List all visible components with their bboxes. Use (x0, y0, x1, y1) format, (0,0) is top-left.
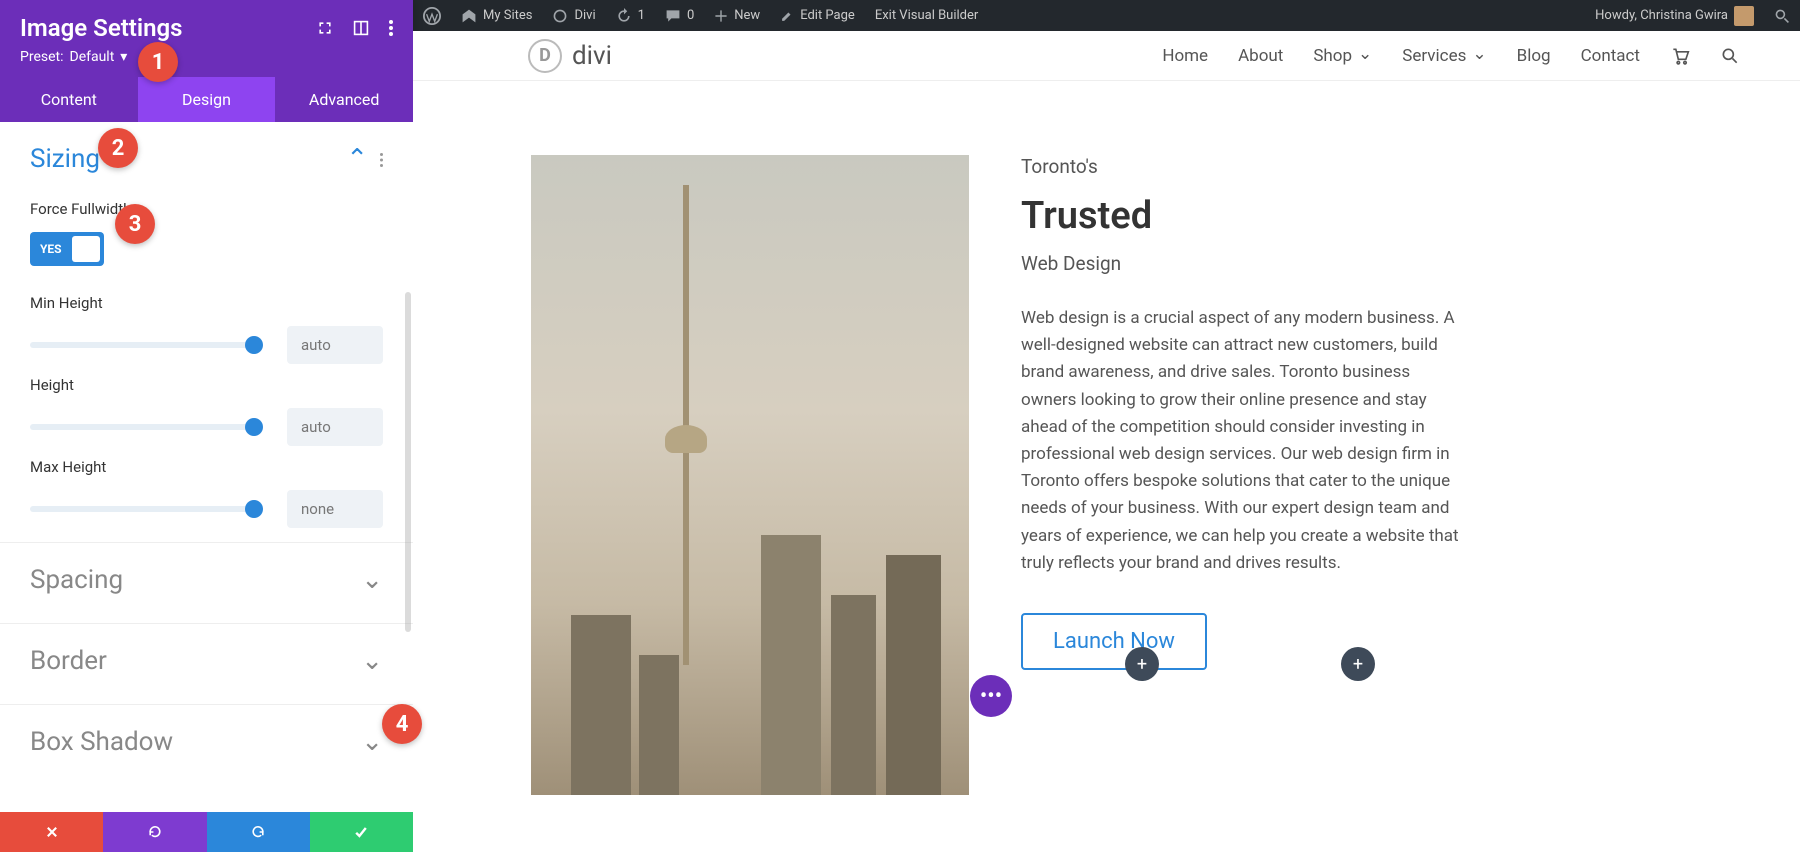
add-module-button[interactable]: + (1341, 647, 1375, 681)
redo-button[interactable] (207, 812, 310, 852)
section-spacing[interactable]: Spacing⌄ (30, 543, 383, 609)
nav-shop[interactable]: Shop (1313, 46, 1372, 66)
nav-home[interactable]: Home (1162, 46, 1208, 66)
panel-tabs: Content Design Advanced (0, 77, 413, 122)
min-height-value[interactable]: auto (287, 326, 383, 364)
avatar (1734, 6, 1754, 26)
comments-link[interactable]: 0 (665, 8, 694, 24)
chevron-down-icon: ⌄ (361, 727, 383, 757)
section-border[interactable]: Border⌄ (30, 624, 383, 690)
site-header: D divi Home About Shop Services Blog Con… (413, 31, 1800, 81)
panel-header: Image Settings Preset: Default ▾ (0, 0, 413, 77)
expand-icon[interactable] (317, 14, 333, 42)
hero-text: Toronto's Trusted Web Design Web design … (1021, 155, 1735, 795)
force-fullwidth-label: Force Fullwidth (30, 200, 383, 218)
adminbar-search-icon[interactable] (1774, 8, 1790, 24)
nav-services[interactable]: Services (1402, 46, 1486, 66)
panel-footer (0, 812, 413, 852)
tab-advanced[interactable]: Advanced (275, 77, 413, 122)
updates-link[interactable]: 1 (616, 8, 645, 24)
kebab-icon[interactable] (380, 144, 383, 174)
annotation-badge-1: 1 (138, 42, 178, 82)
height-label: Height (30, 376, 383, 394)
wp-admin-bar: My Sites Divi 1 0 New Edit Page Exit Vis… (413, 0, 1800, 31)
cancel-button[interactable] (0, 812, 103, 852)
my-sites-link[interactable]: My Sites (461, 8, 532, 24)
min-height-slider[interactable] (30, 342, 257, 348)
tab-content[interactable]: Content (0, 77, 138, 122)
annotation-badge-4: 4 (382, 704, 422, 744)
columns-icon[interactable] (353, 14, 369, 42)
save-button[interactable] (310, 812, 413, 852)
preset-picker[interactable]: Preset: Default ▾ (20, 49, 393, 65)
kebab-icon[interactable] (389, 14, 393, 42)
tab-design[interactable]: Design (138, 77, 276, 122)
brand-logo-icon: D (528, 39, 562, 73)
section-box-shadow[interactable]: Box Shadow⌄ (30, 705, 383, 771)
panel-title: Image Settings (20, 14, 183, 42)
hero-title: Trusted (1021, 194, 1735, 238)
section-sizing[interactable]: Sizing ⌃ (30, 122, 383, 188)
nav-blog[interactable]: Blog (1517, 46, 1551, 66)
chevron-down-icon: ⌄ (361, 646, 383, 676)
chevron-down-icon: ▾ (120, 49, 127, 65)
annotation-badge-2: 2 (98, 128, 138, 168)
hero-sub: Web Design (1021, 252, 1735, 275)
search-icon[interactable] (1720, 46, 1740, 66)
site-brand[interactable]: D divi (528, 39, 612, 73)
max-height-value[interactable]: none (287, 490, 383, 528)
height-value[interactable]: auto (287, 408, 383, 446)
cart-icon[interactable] (1670, 46, 1690, 66)
exit-visual-builder-link[interactable]: Exit Visual Builder (875, 8, 978, 23)
settings-panel: Image Settings Preset: Default ▾ Content… (0, 0, 413, 852)
max-height-slider[interactable] (30, 506, 257, 512)
builder-fab[interactable]: ••• (970, 675, 1012, 717)
max-height-label: Max Height (30, 458, 383, 476)
hero-sup: Toronto's (1021, 155, 1735, 178)
height-slider[interactable] (30, 424, 257, 430)
nav-about[interactable]: About (1238, 46, 1283, 66)
wp-logo[interactable] (423, 7, 441, 25)
hero-body: Web design is a crucial aspect of any mo… (1021, 305, 1461, 577)
cta-button[interactable]: Launch Now (1021, 613, 1207, 670)
hero-image[interactable] (531, 155, 969, 795)
add-module-button[interactable]: + (1125, 647, 1159, 681)
howdy-user[interactable]: Howdy, Christina Gwira (1595, 6, 1754, 26)
main-nav: Home About Shop Services Blog Contact (1162, 46, 1740, 66)
hero-section: Toronto's Trusted Web Design Web design … (413, 81, 1800, 795)
site-name-link[interactable]: Divi (552, 8, 595, 24)
force-fullwidth-toggle[interactable]: YES (30, 232, 104, 266)
min-height-label: Min Height (30, 294, 383, 312)
chevron-down-icon: ⌄ (361, 565, 383, 595)
undo-button[interactable] (103, 812, 206, 852)
edit-page-link[interactable]: Edit Page (780, 8, 855, 23)
new-link[interactable]: New (714, 8, 760, 23)
annotation-badge-3: 3 (115, 204, 155, 244)
scrollbar-thumb[interactable] (405, 292, 411, 632)
chevron-up-icon: ⌃ (346, 144, 368, 174)
site-preview: D divi Home About Shop Services Blog Con… (413, 31, 1800, 852)
nav-contact[interactable]: Contact (1581, 46, 1640, 66)
